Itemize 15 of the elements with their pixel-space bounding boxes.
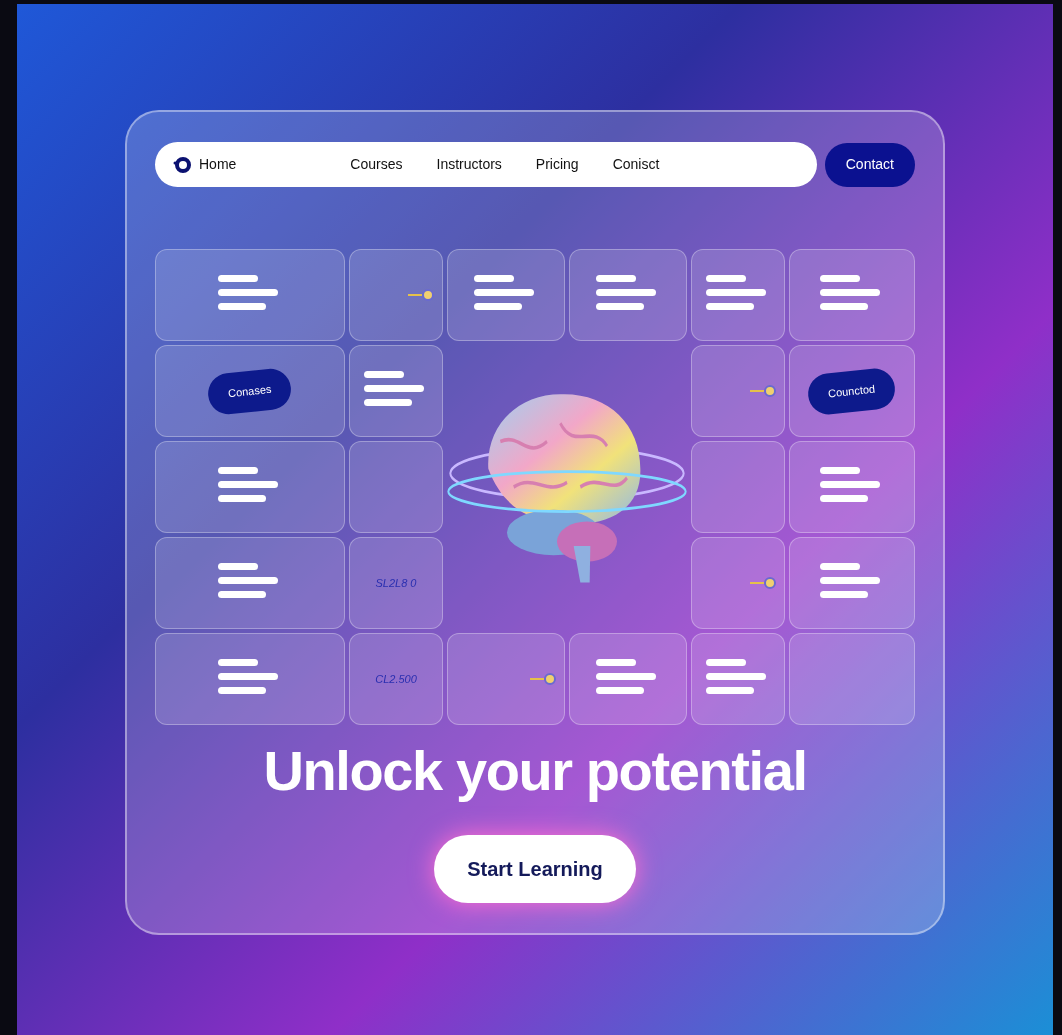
- price-note: CL2.500: [375, 671, 417, 687]
- toggle-icon: [750, 385, 776, 397]
- price-note: SL2L8 0: [375, 575, 417, 591]
- nav-link[interactable]: Instructors: [436, 154, 502, 175]
- toggle-icon: [408, 289, 434, 301]
- nav-link[interactable]: Home: [199, 154, 237, 175]
- nav-link[interactable]: Pricing: [535, 154, 579, 175]
- contact-button[interactable]: Contact: [824, 142, 915, 187]
- nav-link[interactable]: Conisct: [612, 154, 660, 175]
- start-learning-button[interactable]: Start Learning: [434, 835, 636, 903]
- logo-icon: [173, 155, 191, 174]
- nav-link[interactable]: Courses: [350, 154, 403, 175]
- toggle-icon: [750, 577, 776, 589]
- hero-heading: Unlock your potential: [262, 738, 808, 804]
- toggle-icon: [530, 673, 556, 685]
